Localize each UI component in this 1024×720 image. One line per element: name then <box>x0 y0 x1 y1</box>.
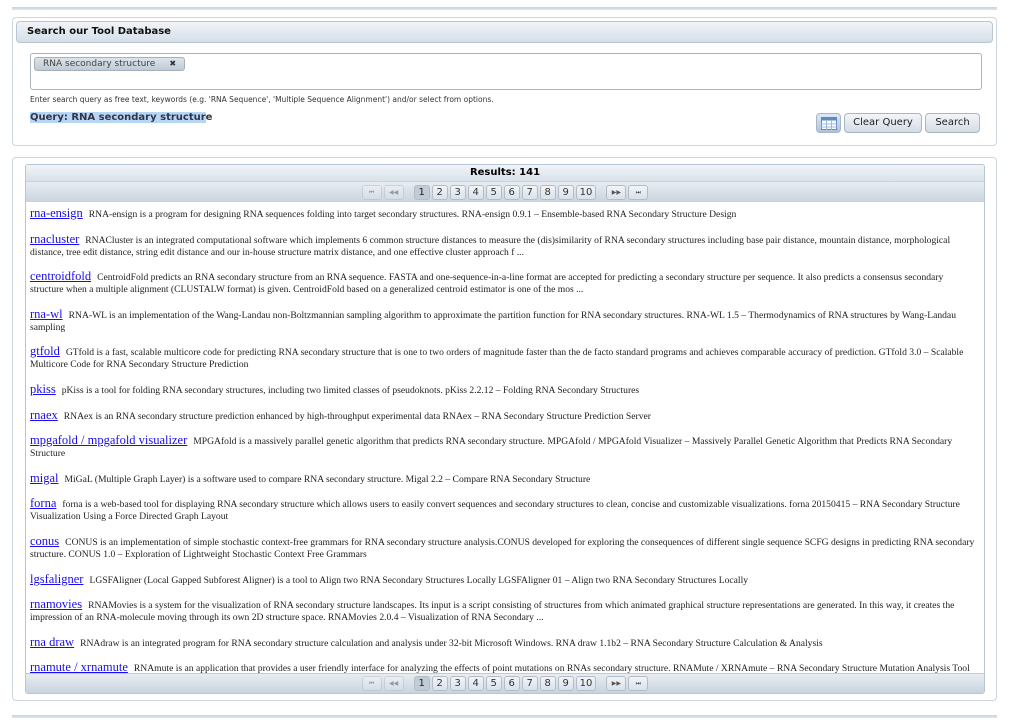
result-link[interactable]: rnacluster <box>30 232 79 246</box>
result-link[interactable]: lgsfaligner <box>30 572 83 586</box>
next-page-button[interactable]: ▶▶ <box>606 676 627 691</box>
pager-top: ⏮ ◀◀ 1 2 3 4 5 6 7 8 9 10 ▶▶ ⏭ <box>26 182 984 202</box>
bottom-divider <box>12 715 997 718</box>
clear-query-button[interactable]: Clear Query <box>844 113 922 133</box>
last-page-button[interactable]: ⏭ <box>628 676 649 691</box>
result-item: mpgafold / mpgafold visualizer MPGAfold i… <box>30 434 979 460</box>
top-divider <box>12 7 997 10</box>
result-description: RNAex is an RNA secondary structure pred… <box>63 410 651 422</box>
page-2-button[interactable]: 2 <box>431 184 448 200</box>
remove-chip-icon[interactable]: ✖ <box>169 59 176 68</box>
result-link[interactable]: rna-ensign <box>30 206 83 220</box>
search-input[interactable]: RNA secondary structure ✖ <box>30 53 982 90</box>
result-description: pKiss is a tool for folding RNA secondar… <box>61 384 640 396</box>
search-panel: Search our Tool Database RNA secondary s… <box>12 17 997 146</box>
page-9-button[interactable]: 9 <box>557 676 574 691</box>
prev-page-button[interactable]: ◀◀ <box>383 676 404 691</box>
result-description: MiGaL (Multiple Graph Layer) is a softwa… <box>64 473 591 485</box>
result-item: rna draw RNAdraw is an integrated program… <box>30 635 979 650</box>
result-description: RNAdraw is an integrated program for RNA… <box>80 637 823 649</box>
prev-page-button[interactable]: ◀◀ <box>383 184 404 200</box>
result-item: rnaex RNAex is an RNA secondary structure… <box>30 408 979 423</box>
search-help-text: Enter search query as free text, keyword… <box>30 95 494 104</box>
result-link[interactable]: centroidfold <box>30 269 91 283</box>
page-4-button[interactable]: 4 <box>467 184 484 200</box>
page-9-button[interactable]: 9 <box>557 184 574 200</box>
result-link[interactable]: rnamovies <box>30 597 82 611</box>
results-container: Results: 141 ⏮ ◀◀ 1 2 3 4 5 6 7 8 9 10 ▶▶ ⏭ rna-ensig… <box>25 164 985 694</box>
results-panel: Results: 141 ⏮ ◀◀ 1 2 3 4 5 6 7 8 9 10 ▶▶ ⏭ rna-ensig… <box>12 157 997 701</box>
page-6-button[interactable]: 6 <box>503 184 520 200</box>
results-list: rna-ensign RNA-ensign is a program for de… <box>26 202 984 675</box>
result-link[interactable]: pkiss <box>30 382 56 396</box>
query-display: Query: RNA secondary structure <box>30 112 212 123</box>
next-page-button[interactable]: ▶▶ <box>606 184 627 200</box>
search-button[interactable]: Search <box>925 113 980 133</box>
result-description: RNA-WL is an implementation of the Wang-… <box>30 309 956 333</box>
result-link[interactable]: rna draw <box>30 635 74 649</box>
result-item: rna-wl RNA-WL is an implementation of the… <box>30 308 979 334</box>
result-description: RNACluster is an integrated computationa… <box>30 234 951 258</box>
page-8-button[interactable]: 8 <box>539 676 556 691</box>
result-link[interactable]: migal <box>30 471 58 485</box>
result-description: forna is a web-based tool for displaying… <box>30 499 960 523</box>
result-item: rna-ensign RNA-ensign is a program for de… <box>30 207 979 221</box>
last-page-button[interactable]: ⏭ <box>628 184 649 200</box>
query-chip: RNA secondary structure ✖ <box>34 57 186 71</box>
first-page-button[interactable]: ⏮ <box>361 184 382 200</box>
result-item: forna forna is a web-based tool for displ… <box>30 497 979 523</box>
result-item: centroidfold CentroidFold predicts an RNA… <box>30 270 979 296</box>
result-item: gtfold GTfold is a fast, scalable multico… <box>30 345 979 371</box>
result-link[interactable]: gtfold <box>30 344 60 358</box>
page-5-button[interactable]: 5 <box>485 676 502 691</box>
result-link[interactable]: rnaex <box>30 408 58 422</box>
page-2-button[interactable]: 2 <box>431 676 448 691</box>
result-link[interactable]: rna-wl <box>30 307 63 321</box>
search-panel-title: Search our Tool Database <box>16 21 993 43</box>
result-item: pkiss pKiss is a tool for folding RNA sec… <box>30 383 979 397</box>
result-item: migal MiGaL (Multiple Graph Layer) is a s… <box>30 472 979 486</box>
result-link[interactable]: conus <box>30 534 59 548</box>
page-3-button[interactable]: 3 <box>449 676 466 691</box>
page-7-button[interactable]: 7 <box>521 184 538 200</box>
result-description: RNAMovies is a system for the visualizat… <box>30 600 955 624</box>
result-description: LGSFAligner (Local Gapped Subforest Alig… <box>89 574 749 586</box>
result-link[interactable]: mpgafold / mpgafold visualizer <box>30 433 187 447</box>
result-item: rnacluster RNACluster is an integrated co… <box>30 232 979 259</box>
pager-bottom: ⏮ ◀◀ 1 2 3 4 5 6 7 8 9 10 ▶▶ ⏭ <box>26 673 984 693</box>
page-8-button[interactable]: 8 <box>539 184 556 200</box>
result-item: rnamovies RNAMovies is a system for the v… <box>30 598 979 624</box>
table-view-button[interactable] <box>816 113 841 133</box>
result-item: conus CONUS is an implementation of simpl… <box>30 535 979 561</box>
query-rest: e <box>205 112 213 123</box>
result-description: CentroidFold predicts an RNA secondary s… <box>30 272 944 296</box>
result-link[interactable]: forna <box>30 496 56 510</box>
results-count: Results: 141 <box>26 165 984 182</box>
page-1-button[interactable]: 1 <box>413 676 430 691</box>
result-item: lgsfaligner LGSFAligner (Local Gapped Sub… <box>30 572 979 587</box>
query-chip-label: RNA secondary structure <box>43 59 156 69</box>
page-10-button[interactable]: 10 <box>575 184 597 200</box>
page-1-button[interactable]: 1 <box>413 184 430 200</box>
page-3-button[interactable]: 3 <box>449 184 466 200</box>
result-description: RNA-ensign is a program for designing RN… <box>88 209 737 220</box>
table-icon <box>820 117 837 130</box>
page-5-button[interactable]: 5 <box>485 184 502 200</box>
page-6-button[interactable]: 6 <box>503 676 520 691</box>
result-description: CONUS is an implementation of simple sto… <box>30 536 975 560</box>
page-10-button[interactable]: 10 <box>575 676 597 691</box>
page-7-button[interactable]: 7 <box>521 676 538 691</box>
query-highlight: Query: RNA secondary structur <box>30 112 206 123</box>
page-4-button[interactable]: 4 <box>467 676 484 691</box>
first-page-button[interactable]: ⏮ <box>361 676 382 691</box>
result-description: GTfold is a fast, scalable multicore cod… <box>30 347 964 371</box>
